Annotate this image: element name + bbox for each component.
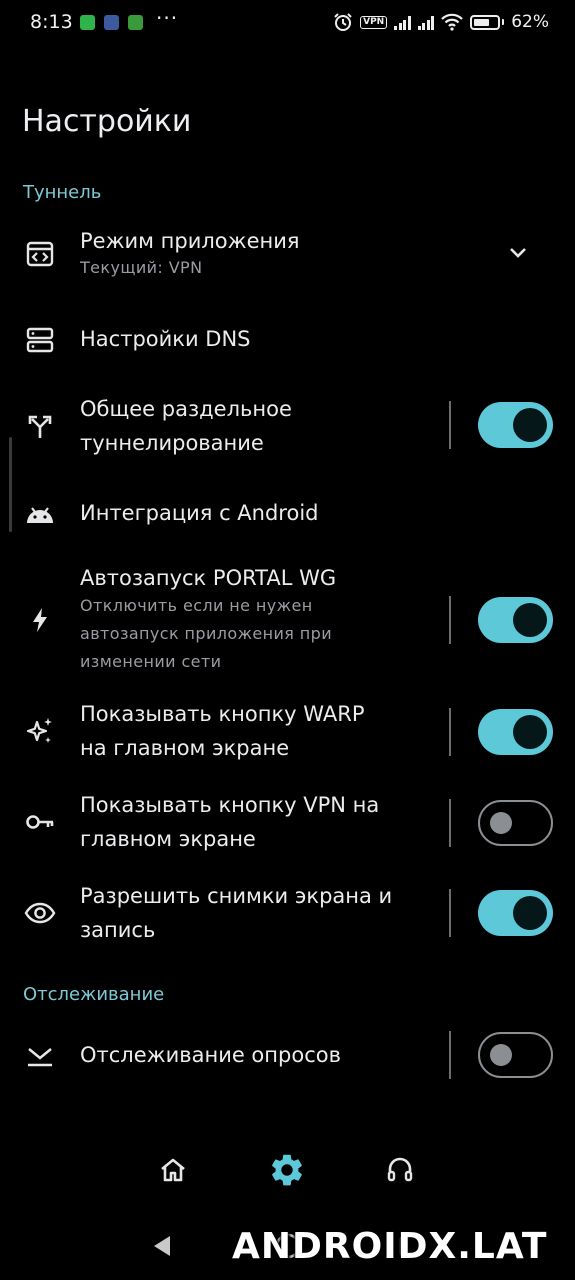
system-status-icons: VPN 62% xyxy=(333,12,549,32)
autostart-desc-line2: автозапуск приложения при xyxy=(80,624,333,643)
vpn-button-toggle[interactable] xyxy=(478,800,553,846)
split-tunnel-title-line1: Общее раздельное xyxy=(80,397,292,421)
split-arrows-icon xyxy=(20,406,60,446)
vpn-button-title-line1: Показывать кнопку VPN на xyxy=(80,793,380,817)
nav-settings[interactable] xyxy=(265,1148,309,1192)
screenshots-toggle[interactable] xyxy=(478,890,553,936)
app-notification-icon xyxy=(104,15,119,30)
poll-tracking-text: Отслеживание опросов xyxy=(80,1038,341,1072)
warp-button-toggle[interactable] xyxy=(478,709,553,755)
section-header-tunnel: Туннель xyxy=(23,182,102,203)
vpn-status-icon: VPN xyxy=(360,15,388,29)
toggle-knob xyxy=(513,408,547,442)
poll-tracking-toggle[interactable] xyxy=(478,1032,553,1078)
whatsapp-icon xyxy=(80,15,95,30)
toggle-knob xyxy=(490,1044,512,1066)
divider xyxy=(449,799,451,847)
screenshots-text: Разрешить снимки экрана и запись xyxy=(80,879,392,947)
accessibility-icon xyxy=(128,15,143,30)
gear-icon xyxy=(272,1154,302,1186)
screenshots-title-line2: запись xyxy=(80,918,156,942)
toggle-knob xyxy=(513,603,547,637)
android-icon xyxy=(20,494,60,534)
autostart-toggle[interactable] xyxy=(478,597,553,643)
code-window-icon xyxy=(20,234,60,274)
split-tunnel-toggle[interactable] xyxy=(478,402,553,448)
android-integration-title: Интеграция с Android xyxy=(80,501,319,525)
autostart-text: Автозапуск PORTAL WG Отключить если не н… xyxy=(80,561,336,676)
scrollbar[interactable] xyxy=(9,437,12,532)
status-bar: 8:13 ··· VPN 62% xyxy=(0,0,575,48)
screenshots-title-line1: Разрешить снимки экрана и xyxy=(80,884,393,908)
eye-icon xyxy=(20,893,60,933)
warp-button-title-line1: Показывать кнопку WARP xyxy=(80,702,365,726)
watermark-text: ANDROIDX.LAT xyxy=(232,1226,548,1267)
chevron-down-icon[interactable] xyxy=(506,243,530,263)
toggle-knob xyxy=(513,715,547,749)
setting-dns[interactable]: Настройки DNS xyxy=(0,318,575,362)
battery-icon xyxy=(470,14,501,30)
divider xyxy=(449,596,451,644)
server-icon xyxy=(20,320,60,360)
toggle-knob xyxy=(513,896,547,930)
battery-percent: 62% xyxy=(511,12,549,32)
app-mode-text: Режим приложения Текущий: VPN xyxy=(80,224,300,282)
split-tunnel-title-line2: туннелирование xyxy=(80,431,264,455)
warp-button-title-line2: на главном экране xyxy=(80,736,290,760)
signal-icon-2 xyxy=(417,15,435,30)
autostart-title: Автозапуск PORTAL WG xyxy=(80,566,337,590)
nav-home[interactable] xyxy=(151,1148,195,1192)
key-icon xyxy=(20,802,60,842)
autostart-desc-line1: Отключить если не нужен xyxy=(80,596,313,615)
split-tunnel-text: Общее раздельное туннелирование xyxy=(80,392,292,460)
app-mode-title: Режим приложения xyxy=(80,229,300,253)
section-header-tracking: Отслеживание xyxy=(23,984,165,1005)
android-integration-text: Интеграция с Android xyxy=(80,496,319,530)
divider xyxy=(449,1031,451,1079)
page-title: Настройки xyxy=(22,104,192,139)
divider xyxy=(449,708,451,756)
battery-tip xyxy=(502,19,505,25)
vpn-button-text: Показывать кнопку VPN на главном экране xyxy=(80,788,379,856)
alarm-icon xyxy=(334,13,352,31)
autostart-desc-line3: изменении сети xyxy=(80,652,222,671)
back-icon[interactable] xyxy=(150,1233,174,1259)
setting-app-mode[interactable]: Режим приложения Текущий: VPN xyxy=(0,222,575,290)
warp-button-text: Показывать кнопку WARP на главном экране xyxy=(80,697,364,765)
vpn-button-title-line2: главном экране xyxy=(80,827,256,851)
signal-icon xyxy=(394,15,411,30)
dns-text: Настройки DNS xyxy=(80,322,250,356)
poll-tracking-title: Отслеживание опросов xyxy=(80,1043,341,1067)
status-time: 8:13 xyxy=(30,11,73,33)
bottom-nav xyxy=(0,1140,575,1200)
more-notifications-icon: ··· xyxy=(156,6,179,30)
home-icon xyxy=(161,1158,185,1182)
headset-icon xyxy=(387,1157,413,1182)
app-mode-subtitle: Текущий: VPN xyxy=(80,258,203,277)
divider xyxy=(449,401,451,449)
nav-support[interactable] xyxy=(378,1148,422,1192)
bolt-icon xyxy=(20,600,60,640)
dns-title: Настройки DNS xyxy=(80,327,251,351)
toggle-knob xyxy=(490,812,512,834)
setting-android-integration[interactable]: Интеграция с Android xyxy=(0,492,575,536)
ping-icon xyxy=(20,1036,60,1076)
notification-icons xyxy=(80,15,143,30)
sparkles-icon xyxy=(20,711,60,751)
wifi-icon xyxy=(441,13,463,31)
divider xyxy=(449,889,451,937)
